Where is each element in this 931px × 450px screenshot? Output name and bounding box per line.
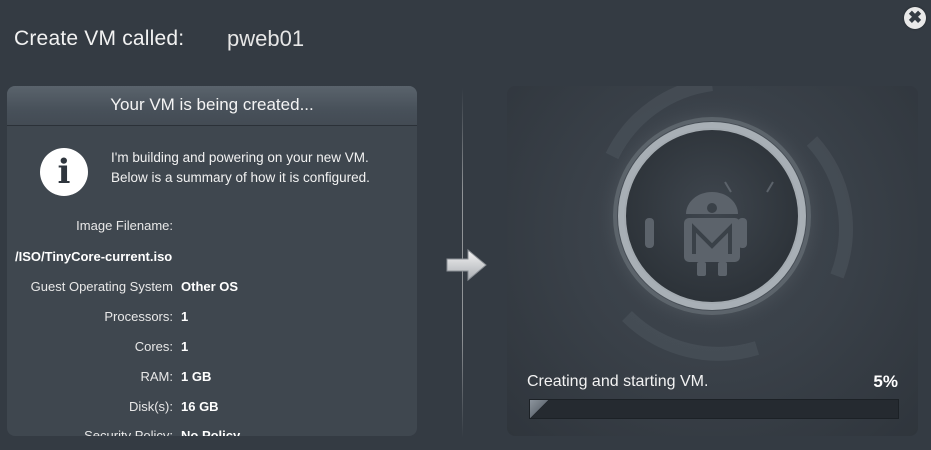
image-filename-label: Image Filename: <box>76 218 173 233</box>
spec-label: Cores: <box>134 339 173 354</box>
spec-value: 1 <box>181 339 189 354</box>
spec-value: 1 <box>181 309 189 324</box>
spec-label: RAM: <box>140 369 174 384</box>
arrow-right-icon <box>446 248 487 282</box>
info-message: I'm building and powering on your new VM… <box>111 150 370 185</box>
spec-value: 16 GB <box>181 399 219 414</box>
progress-percent: 5% <box>873 372 898 391</box>
spec-row-guest-os: Guest Operating System Other OS <box>7 279 417 299</box>
robot-logo-icon <box>594 86 853 361</box>
progress-bar <box>529 399 899 419</box>
progress-bar-fill <box>530 400 549 418</box>
spec-label: Processors: <box>104 309 173 324</box>
summary-panel: Your VM is being created... i I'm buildi… <box>7 86 417 436</box>
spec-row-disks: Disk(s): 16 GB <box>7 399 417 419</box>
spec-value: 1 GB <box>181 369 212 384</box>
progress-panel: Creating and starting VM. 5% <box>507 86 918 436</box>
close-button[interactable]: ✖ <box>904 7 926 29</box>
spec-label: Disk(s): <box>128 399 173 414</box>
summary-heading: Your VM is being created... <box>7 86 417 126</box>
spec-label: Security Policy: <box>84 428 173 436</box>
dialog-header: Create VM called: pweb01 ✖ <box>0 0 931 80</box>
spec-value: No Policy <box>181 428 241 436</box>
dialog-title: Create VM called: <box>14 27 185 50</box>
spec-label: Guest Operating System <box>30 279 173 294</box>
info-icon: i <box>40 148 88 196</box>
spec-row-security-policy: Security Policy: No Policy <box>7 428 417 436</box>
progress-status: Creating and starting VM. <box>527 373 709 390</box>
vm-name: pweb01 <box>227 26 305 51</box>
spec-row-ram: RAM: 1 GB <box>7 369 417 389</box>
spec-row-processors: Processors: 1 <box>7 309 417 329</box>
spec-value: Other OS <box>181 279 239 294</box>
spec-row-cores: Cores: 1 <box>7 339 417 359</box>
image-filename-value: /ISO/TinyCore-current.iso <box>15 249 173 264</box>
